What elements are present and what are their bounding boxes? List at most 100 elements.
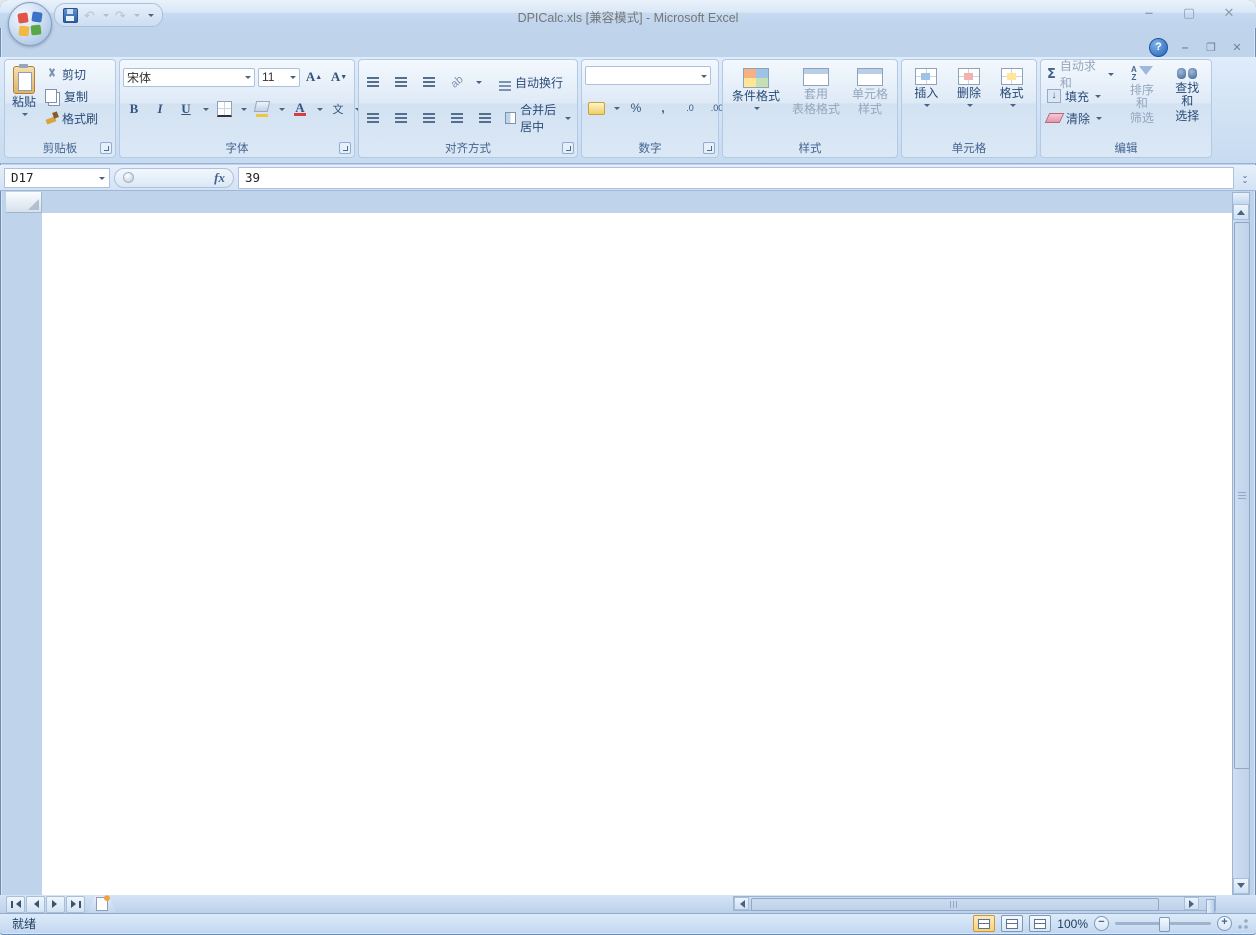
align-top-button[interactable] [362,71,384,93]
save-icon[interactable] [63,8,78,23]
qat-customize-arrow[interactable] [148,14,154,20]
select-all-corner[interactable] [6,192,42,213]
sort-filter-button[interactable]: AZ 排序和 筛选 [1121,63,1162,129]
align-center-button[interactable] [390,107,412,129]
percent-style-button[interactable]: % [625,97,647,119]
phonetic-guide-button[interactable]: 文 [327,98,349,120]
formula-input[interactable]: 39 [238,167,1234,189]
increase-indent-button[interactable] [474,107,496,129]
office-button[interactable] [8,2,52,46]
zoom-slider-thumb[interactable] [1159,917,1170,932]
wrap-text-button[interactable]: 自动换行 [496,71,566,93]
zoom-in-button[interactable]: + [1217,916,1232,931]
scroll-left-button[interactable] [734,897,749,910]
paste-icon [13,66,35,94]
fill-color-dropdown-arrow[interactable] [279,108,285,114]
zoom-level-label[interactable]: 100% [1057,917,1088,931]
previous-sheet-button[interactable] [26,896,45,913]
paste-button[interactable]: 粘贴 [8,63,40,129]
font-color-dropdown-arrow[interactable] [317,108,323,114]
delete-cells-button[interactable]: 删除 [953,65,985,111]
insert-function-icon[interactable]: fx [214,170,225,186]
scroll-up-button[interactable] [1233,204,1249,220]
maximize-button[interactable]: ▢ [1176,5,1202,22]
ribbon: 粘贴 剪切 复制 格式刷 剪贴板 宋体 11 A▲ A▼ B I [0,57,1256,164]
align-right-button[interactable] [418,107,440,129]
vertical-scrollbar[interactable] [1232,192,1250,895]
workbook-restore-button[interactable]: ❐ [1202,41,1220,54]
zoom-out-button[interactable]: − [1094,916,1109,931]
excel-window: DPICalc.xls [兼容模式] - Microsoft Excel ‒ ▢… [0,0,1256,935]
align-middle-button[interactable] [390,71,412,93]
alignment-dialog-launcher[interactable] [562,142,574,154]
cell-styles-button[interactable]: 单元格 样式 [848,65,892,119]
undo-dropdown-arrow[interactable] [103,14,109,20]
name-box-dropdown-arrow[interactable] [99,177,105,183]
font-color-button[interactable]: A [289,98,311,120]
clear-button[interactable]: 清除 [1044,107,1117,129]
comma-style-button[interactable]: , [652,97,674,119]
copy-button[interactable]: 复制 [42,85,101,107]
find-select-button[interactable]: 查找和 选择 [1167,63,1208,129]
redo-dropdown-arrow[interactable] [134,14,140,20]
increase-decimal-button[interactable]: .0 [679,97,701,119]
undo-icon[interactable]: ↶ [84,9,95,22]
fill-button[interactable]: ↓填充 [1044,85,1117,107]
scroll-right-button[interactable] [1184,897,1199,910]
first-sheet-button[interactable] [6,896,25,913]
format-cells-button[interactable]: 格式 [996,65,1028,111]
minimize-button[interactable]: ‒ [1136,5,1162,22]
zoom-slider[interactable] [1115,922,1211,925]
clipboard-dialog-launcher[interactable] [100,142,112,154]
last-sheet-button[interactable] [66,896,85,913]
workbook-close-button[interactable]: ✕ [1228,41,1246,54]
close-button[interactable]: ✕ [1216,5,1242,22]
cut-button[interactable]: 剪切 [42,63,101,85]
autosum-button[interactable]: Σ自动求和 [1044,63,1117,85]
sheet-grid[interactable] [42,213,1232,895]
tab-split-handle[interactable] [1206,899,1215,914]
conditional-formatting-button[interactable]: 条件格式 [728,65,784,119]
insert-cells-button[interactable]: 插入 [910,65,942,111]
bold-button[interactable]: B [123,98,145,120]
font-size-select[interactable]: 11 [258,68,300,87]
underline-button[interactable]: U [175,98,197,120]
accounting-dropdown-arrow[interactable] [614,107,620,113]
orientation-dropdown-arrow[interactable] [476,81,482,87]
accounting-format-button[interactable] [585,97,607,119]
font-dialog-launcher[interactable] [339,142,351,154]
number-format-select[interactable] [585,66,711,85]
decrease-indent-button[interactable] [446,107,468,129]
shrink-font-button[interactable]: A▼ [328,66,350,88]
fill-color-button[interactable] [251,98,273,120]
orientation-button[interactable]: ab [446,71,468,93]
italic-button[interactable]: I [149,98,171,120]
scroll-down-button[interactable] [1233,878,1249,894]
underline-dropdown-arrow[interactable] [203,108,209,114]
borders-button[interactable] [213,98,235,120]
align-left-button[interactable] [362,107,384,129]
view-page-layout-button[interactable] [1001,915,1023,932]
formula-bar-expand-button[interactable]: ⌄⌄ [1238,168,1252,188]
name-box[interactable]: D17 [4,168,110,188]
number-dialog-launcher[interactable] [703,142,715,154]
next-sheet-button[interactable] [46,896,65,913]
align-bottom-button[interactable] [418,71,440,93]
view-normal-button[interactable] [973,915,995,932]
help-icon[interactable]: ? [1149,38,1168,57]
grow-font-button[interactable]: A▲ [303,66,325,88]
vertical-scroll-thumb[interactable] [1234,222,1250,769]
insert-function-area[interactable]: fx [114,168,234,188]
ribbon-group-font: 宋体 11 A▲ A▼ B I U A 文 字体 [119,59,355,158]
redo-icon[interactable]: ↷ [115,9,126,22]
horizontal-scroll-thumb[interactable] [751,898,1159,911]
view-page-break-button[interactable] [1029,915,1051,932]
workbook-minimize-button[interactable]: ‒ [1176,42,1194,54]
horizontal-scrollbar[interactable] [733,896,1216,911]
borders-dropdown-arrow[interactable] [241,108,247,114]
insert-worksheet-tab[interactable] [88,896,116,913]
format-as-table-button[interactable]: 套用 表格格式 [788,65,844,119]
font-name-select[interactable]: 宋体 [123,68,255,87]
format-painter-button[interactable]: 格式刷 [42,107,101,129]
merge-center-button[interactable]: 合并后居中 [502,107,574,129]
